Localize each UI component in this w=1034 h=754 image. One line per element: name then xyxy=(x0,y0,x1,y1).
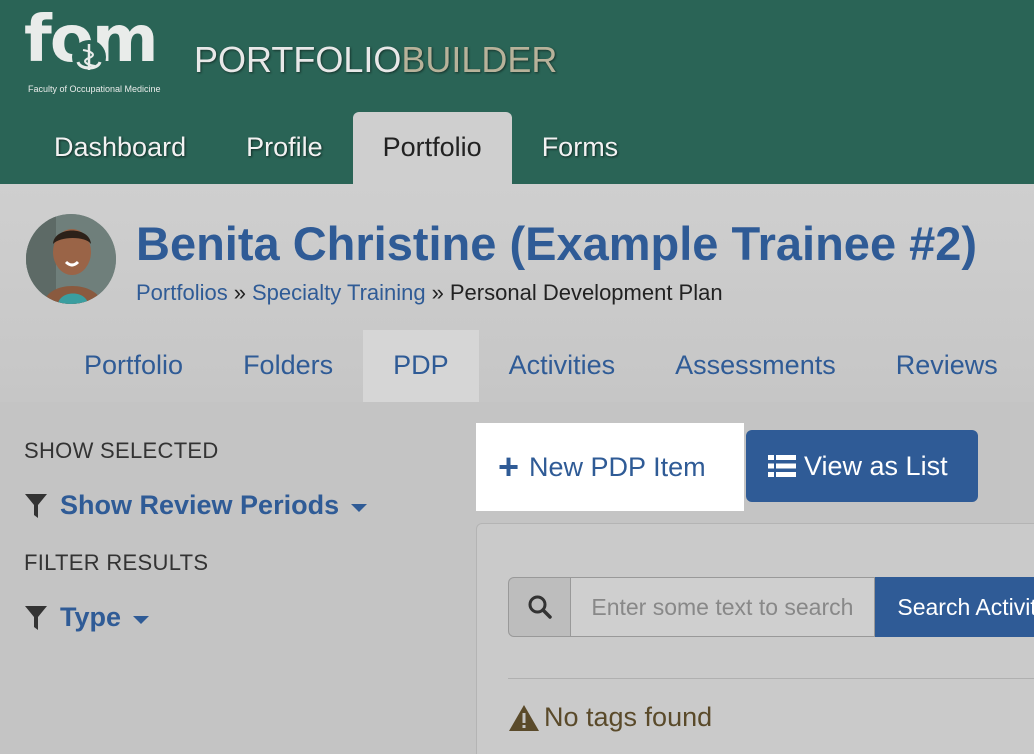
show-review-periods-dropdown[interactable]: Show Review Periods xyxy=(24,490,368,521)
divider xyxy=(508,678,1034,679)
view-as-list-button[interactable]: View as List xyxy=(746,430,978,502)
search-bar: Search Activities xyxy=(508,577,1034,637)
search-icon-box xyxy=(508,577,572,637)
breadcrumb-portfolios[interactable]: Portfolios xyxy=(136,280,228,305)
avatar-photo-icon xyxy=(26,214,116,304)
filter-funnel-icon xyxy=(25,493,47,518)
page-title: Benita Christine (Example Trainee #2) xyxy=(136,217,978,270)
plus-icon: + xyxy=(498,446,520,487)
view-as-list-label: View as List xyxy=(804,450,948,481)
main-tab-forms[interactable]: Forms xyxy=(512,112,649,184)
list-icon xyxy=(768,455,796,477)
breadcrumb-separator: » xyxy=(233,280,246,305)
subtab-activities[interactable]: Activities xyxy=(479,330,646,402)
breadcrumb: Portfolios» Specialty Training» Personal D… xyxy=(136,280,723,306)
breadcrumb-specialty-training[interactable]: Specialty Training xyxy=(252,280,426,305)
search-icon xyxy=(528,595,552,619)
portfolio-subnav: Portfolio Folders PDP Activities Assessm… xyxy=(54,330,1028,402)
avatar xyxy=(26,214,116,304)
caduceus-emblem-icon xyxy=(72,40,106,74)
main-content: SHOW SELECTED Show Review Periods FILTER… xyxy=(0,402,1034,754)
logo-subtitle: Faculty of Occupational Medicine xyxy=(28,84,161,94)
subtab-folders[interactable]: Folders xyxy=(213,330,363,402)
no-tags-text: No tags found xyxy=(544,702,713,732)
warning-icon xyxy=(509,704,539,731)
main-nav: Dashboard Profile Portfolio Forms xyxy=(24,112,648,184)
app-header: fom Faculty of Occupational Medicine POR… xyxy=(0,0,1034,184)
main-tab-profile[interactable]: Profile xyxy=(216,112,353,184)
main-tab-dashboard[interactable]: Dashboard xyxy=(24,112,216,184)
search-activities-button[interactable]: Search Activities xyxy=(875,577,1034,637)
brand-part-builder: BUILDER xyxy=(401,39,558,80)
review-periods-label: Show Review Periods xyxy=(60,490,340,520)
new-pdp-item-label: New PDP Item xyxy=(529,451,706,482)
type-filter-label: Type xyxy=(60,602,122,632)
new-pdp-item-button[interactable]: + New PDP Item xyxy=(476,423,744,511)
breadcrumb-current: Personal Development Plan xyxy=(449,280,723,305)
search-input[interactable] xyxy=(571,577,876,637)
type-filter-dropdown[interactable]: Type xyxy=(24,602,150,633)
subtab-portfolio[interactable]: Portfolio xyxy=(54,330,213,402)
subtab-reviews[interactable]: Reviews xyxy=(866,330,1028,402)
show-selected-heading: SHOW SELECTED xyxy=(24,438,219,463)
chevron-down-icon xyxy=(133,615,150,624)
no-tags-message: No tags found xyxy=(508,702,712,733)
fom-logo[interactable]: fom Faculty of Occupational Medicine xyxy=(24,8,174,98)
chevron-down-icon xyxy=(351,503,368,512)
brand-part-portfolio: PORTFOLIO xyxy=(194,39,402,80)
profile-section: Benita Christine (Example Trainee #2) Po… xyxy=(0,184,1034,402)
brand-title: PORTFOLIOBUILDER xyxy=(194,42,557,78)
main-tab-portfolio[interactable]: Portfolio xyxy=(352,112,512,184)
subtab-pdp[interactable]: PDP xyxy=(363,330,479,402)
breadcrumb-separator: » xyxy=(431,280,444,305)
filter-funnel-icon xyxy=(25,605,47,630)
filter-results-heading: FILTER RESULTS xyxy=(24,550,209,575)
subtab-assessments[interactable]: Assessments xyxy=(645,330,866,402)
